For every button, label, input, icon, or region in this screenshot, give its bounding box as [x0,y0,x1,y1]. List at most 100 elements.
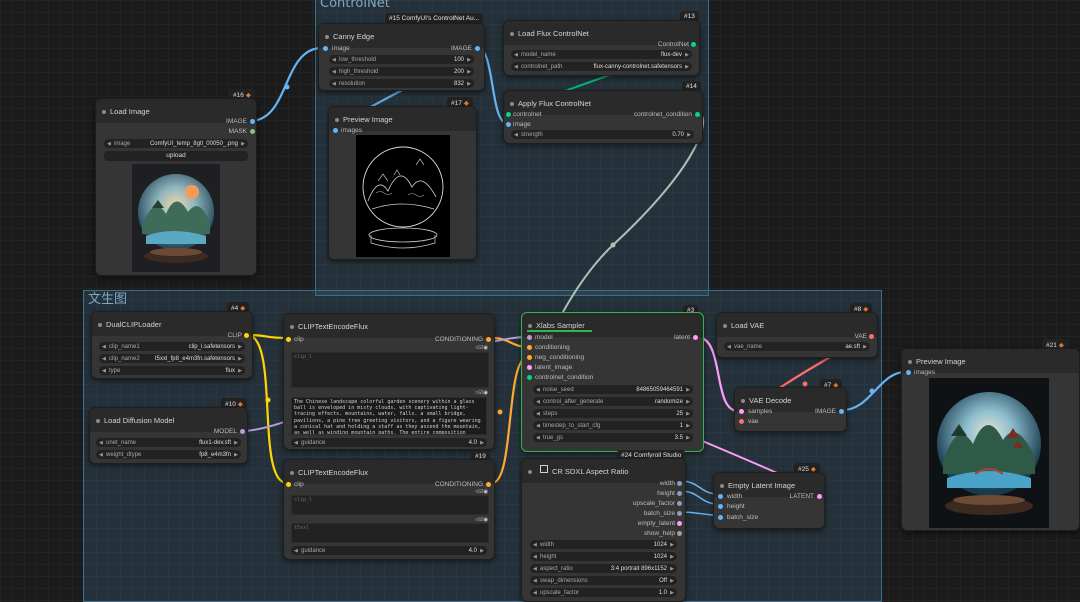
arrow-right-icon[interactable]: ▶ [686,399,690,405]
clip-l-textarea[interactable]: clip_l [291,495,489,515]
collapse-dot-icon[interactable] [510,32,514,36]
arrow-right-icon[interactable]: ▶ [241,141,245,147]
upload-button[interactable]: upload [104,151,248,161]
input-socket-clip[interactable] [286,482,291,487]
output-socket-height[interactable] [677,491,682,496]
output-socket-upscale-factor[interactable] [677,501,682,506]
arrow-left-icon[interactable]: ◀ [533,542,537,548]
widget-guidance[interactable]: ◀ guidance 4.0 ▶ [291,438,487,447]
output-socket-model[interactable] [240,429,245,434]
widget-aspect-ratio[interactable]: ◀ aspect_ratio 3:4 portrait 896x1152 ▶ [530,564,677,573]
node-load-flux-controlnet[interactable]: Load Flux ControlNet ControlNet ◀ model_n… [503,20,700,76]
output-socket-clip[interactable] [244,333,249,338]
textarea-toggle-icons[interactable]: ○☑◉ [475,345,488,351]
widget-clip-name2[interactable]: ◀ clip_name2 t5xxl_fp8_e4m3fn.safetensors ▶ [99,354,245,363]
input-socket-image[interactable] [323,46,328,51]
collapse-dot-icon[interactable] [528,470,532,474]
input-socket-images[interactable] [906,370,911,375]
input-socket-samples[interactable] [739,409,744,414]
widget-clip-name1[interactable]: ◀ clip_name1 clip_l.safetensors ▶ [99,342,245,351]
input-socket-image[interactable] [506,122,511,127]
arrow-left-icon[interactable]: ◀ [536,423,540,429]
widget-steps[interactable]: ◀ steps 25 ▶ [533,409,693,418]
output-socket-controlnet[interactable] [691,42,696,47]
widget-strength[interactable]: ◀ strength 0.70 ▶ [511,130,694,139]
arrow-left-icon[interactable]: ◀ [102,368,106,374]
arrow-right-icon[interactable]: ▶ [234,440,238,446]
input-socket-model[interactable] [527,335,532,340]
node-canny-edge[interactable]: Canny Edge image IMAGE ◀ low_threshold 100… [318,23,485,91]
arrow-left-icon[interactable]: ◀ [536,411,540,417]
arrow-right-icon[interactable]: ▶ [480,548,484,554]
arrow-right-icon[interactable]: ▶ [686,423,690,429]
widget-model-name[interactable]: ◀ model_name flux-dev ▶ [511,50,692,59]
arrow-left-icon[interactable]: ◀ [727,344,731,350]
arrow-right-icon[interactable]: ▶ [238,344,242,350]
input-socket-controlnet-condition[interactable] [527,375,532,380]
arrow-right-icon[interactable]: ▶ [863,344,867,350]
widget-image-select[interactable]: ◀ image ComfyUI_temp_8gtl_00050_.png ▶ [104,139,248,148]
arrow-right-icon[interactable]: ▶ [670,590,674,596]
output-socket-latent[interactable] [817,494,822,499]
output-socket-batch-size[interactable] [677,511,682,516]
collapse-dot-icon[interactable] [96,419,100,423]
output-socket-show-help[interactable] [677,531,682,536]
collapse-dot-icon[interactable] [528,324,532,328]
node-header[interactable]: CLIPTextEncodeFlux [284,314,494,338]
arrow-left-icon[interactable]: ◀ [514,52,518,58]
widget-high-threshold[interactable]: ◀ high_threshold 200 ▶ [329,67,474,76]
node-xlabs-sampler[interactable]: Xlabs Sampler model conditioning neg_con… [521,312,704,452]
arrow-right-icon[interactable]: ▶ [670,542,674,548]
t5xxl-prompt-textarea[interactable]: The Chinese landscape colorful garden sc… [291,397,487,435]
arrow-left-icon[interactable]: ◀ [533,578,537,584]
collapse-dot-icon[interactable] [98,323,102,327]
arrow-left-icon[interactable]: ◀ [332,81,336,87]
widget-swap-dimensions[interactable]: ◀ swap_dimensions Off ▶ [530,576,677,585]
collapse-dot-icon[interactable] [741,399,745,403]
arrow-right-icon[interactable]: ▶ [670,554,674,560]
node-apply-flux-controlnet[interactable]: Apply Flux ControlNet controlnet image c… [503,90,703,144]
arrow-left-icon[interactable]: ◀ [514,64,518,70]
arrow-left-icon[interactable]: ◀ [533,566,537,572]
arrow-right-icon[interactable]: ▶ [685,52,689,58]
arrow-left-icon[interactable]: ◀ [536,435,540,441]
arrow-left-icon[interactable]: ◀ [99,452,103,458]
output-socket-mask[interactable] [250,129,255,134]
widget-low-threshold[interactable]: ◀ low_threshold 100 ▶ [329,55,474,64]
node-clip-text-encode-positive[interactable]: CLIPTextEncodeFlux clip CONDITIONING ○☑◉… [283,313,495,450]
collapse-dot-icon[interactable] [102,110,106,114]
node-load-diffusion-model[interactable]: Load Diffusion Model MODEL ◀ unet_name flu… [89,407,248,464]
widget-guidance[interactable]: ◀ guidance 4.0 ▶ [291,546,487,555]
arrow-left-icon[interactable]: ◀ [107,141,111,147]
arrow-left-icon[interactable]: ◀ [102,344,106,350]
input-socket-neg-conditioning[interactable] [527,355,532,360]
widget-unet-name[interactable]: ◀ unet_name flux1-dev.sft ▶ [96,438,241,447]
widget-timestep-to-start-cfg[interactable]: ◀ timestep_to_start_cfg 1 ▶ [533,421,693,430]
output-socket-controlnet-condition[interactable] [695,112,700,117]
output-socket-image[interactable] [250,119,255,124]
arrow-right-icon[interactable]: ▶ [467,57,471,63]
t5xxl-textarea[interactable]: t5xxl [291,523,489,543]
widget-resolution[interactable]: ◀ resolution 832 ▶ [329,79,474,88]
input-socket-images[interactable] [333,128,338,133]
input-socket-controlnet[interactable] [506,112,511,117]
arrow-left-icon[interactable]: ◀ [536,387,540,393]
widget-clip-type[interactable]: ◀ type flux ▶ [99,366,245,375]
node-empty-latent-image[interactable]: Empty Latent Image width height batch_si… [713,472,825,529]
node-cr-sdxl-aspect-ratio[interactable]: CR SDXL Aspect Ratio width height upscal… [521,458,686,602]
node-load-vae[interactable]: Load VAE VAE ◀ vae_name ae.sft ▶ [716,312,878,358]
arrow-left-icon[interactable]: ◀ [514,132,518,138]
output-socket-latent[interactable] [693,335,698,340]
input-socket-latent-image[interactable] [527,365,532,370]
arrow-left-icon[interactable]: ◀ [533,554,537,560]
arrow-right-icon[interactable]: ▶ [670,566,674,572]
node-preview-image-output[interactable]: Preview Image images [901,348,1080,531]
arrow-right-icon[interactable]: ▶ [670,578,674,584]
arrow-right-icon[interactable]: ▶ [480,440,484,446]
node-vae-decode[interactable]: VAE Decode samples vae IMAGE [734,387,847,432]
arrow-right-icon[interactable]: ▶ [467,81,471,87]
output-socket-empty-latent[interactable] [677,521,682,526]
collapse-dot-icon[interactable] [325,35,329,39]
widget-control-after-generate[interactable]: ◀ control_after_generate randomize ▶ [533,397,693,406]
arrow-right-icon[interactable]: ▶ [686,435,690,441]
